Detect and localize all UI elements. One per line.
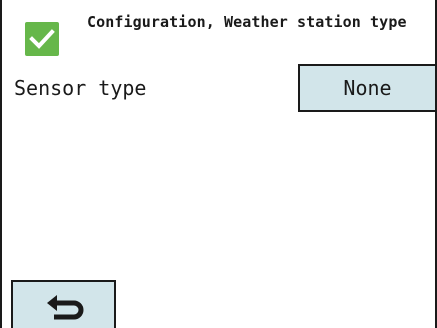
sensor-type-button[interactable]: None (298, 64, 435, 112)
return-arrow-icon (47, 295, 84, 320)
sensor-type-label: Sensor type (14, 76, 147, 100)
screen: Configuration, Weather station type Sens… (0, 0, 437, 328)
back-button[interactable] (11, 280, 116, 328)
page-title: Configuration, Weather station type (87, 13, 407, 31)
check-icon (25, 22, 59, 56)
sensor-type-value: None (343, 76, 392, 100)
